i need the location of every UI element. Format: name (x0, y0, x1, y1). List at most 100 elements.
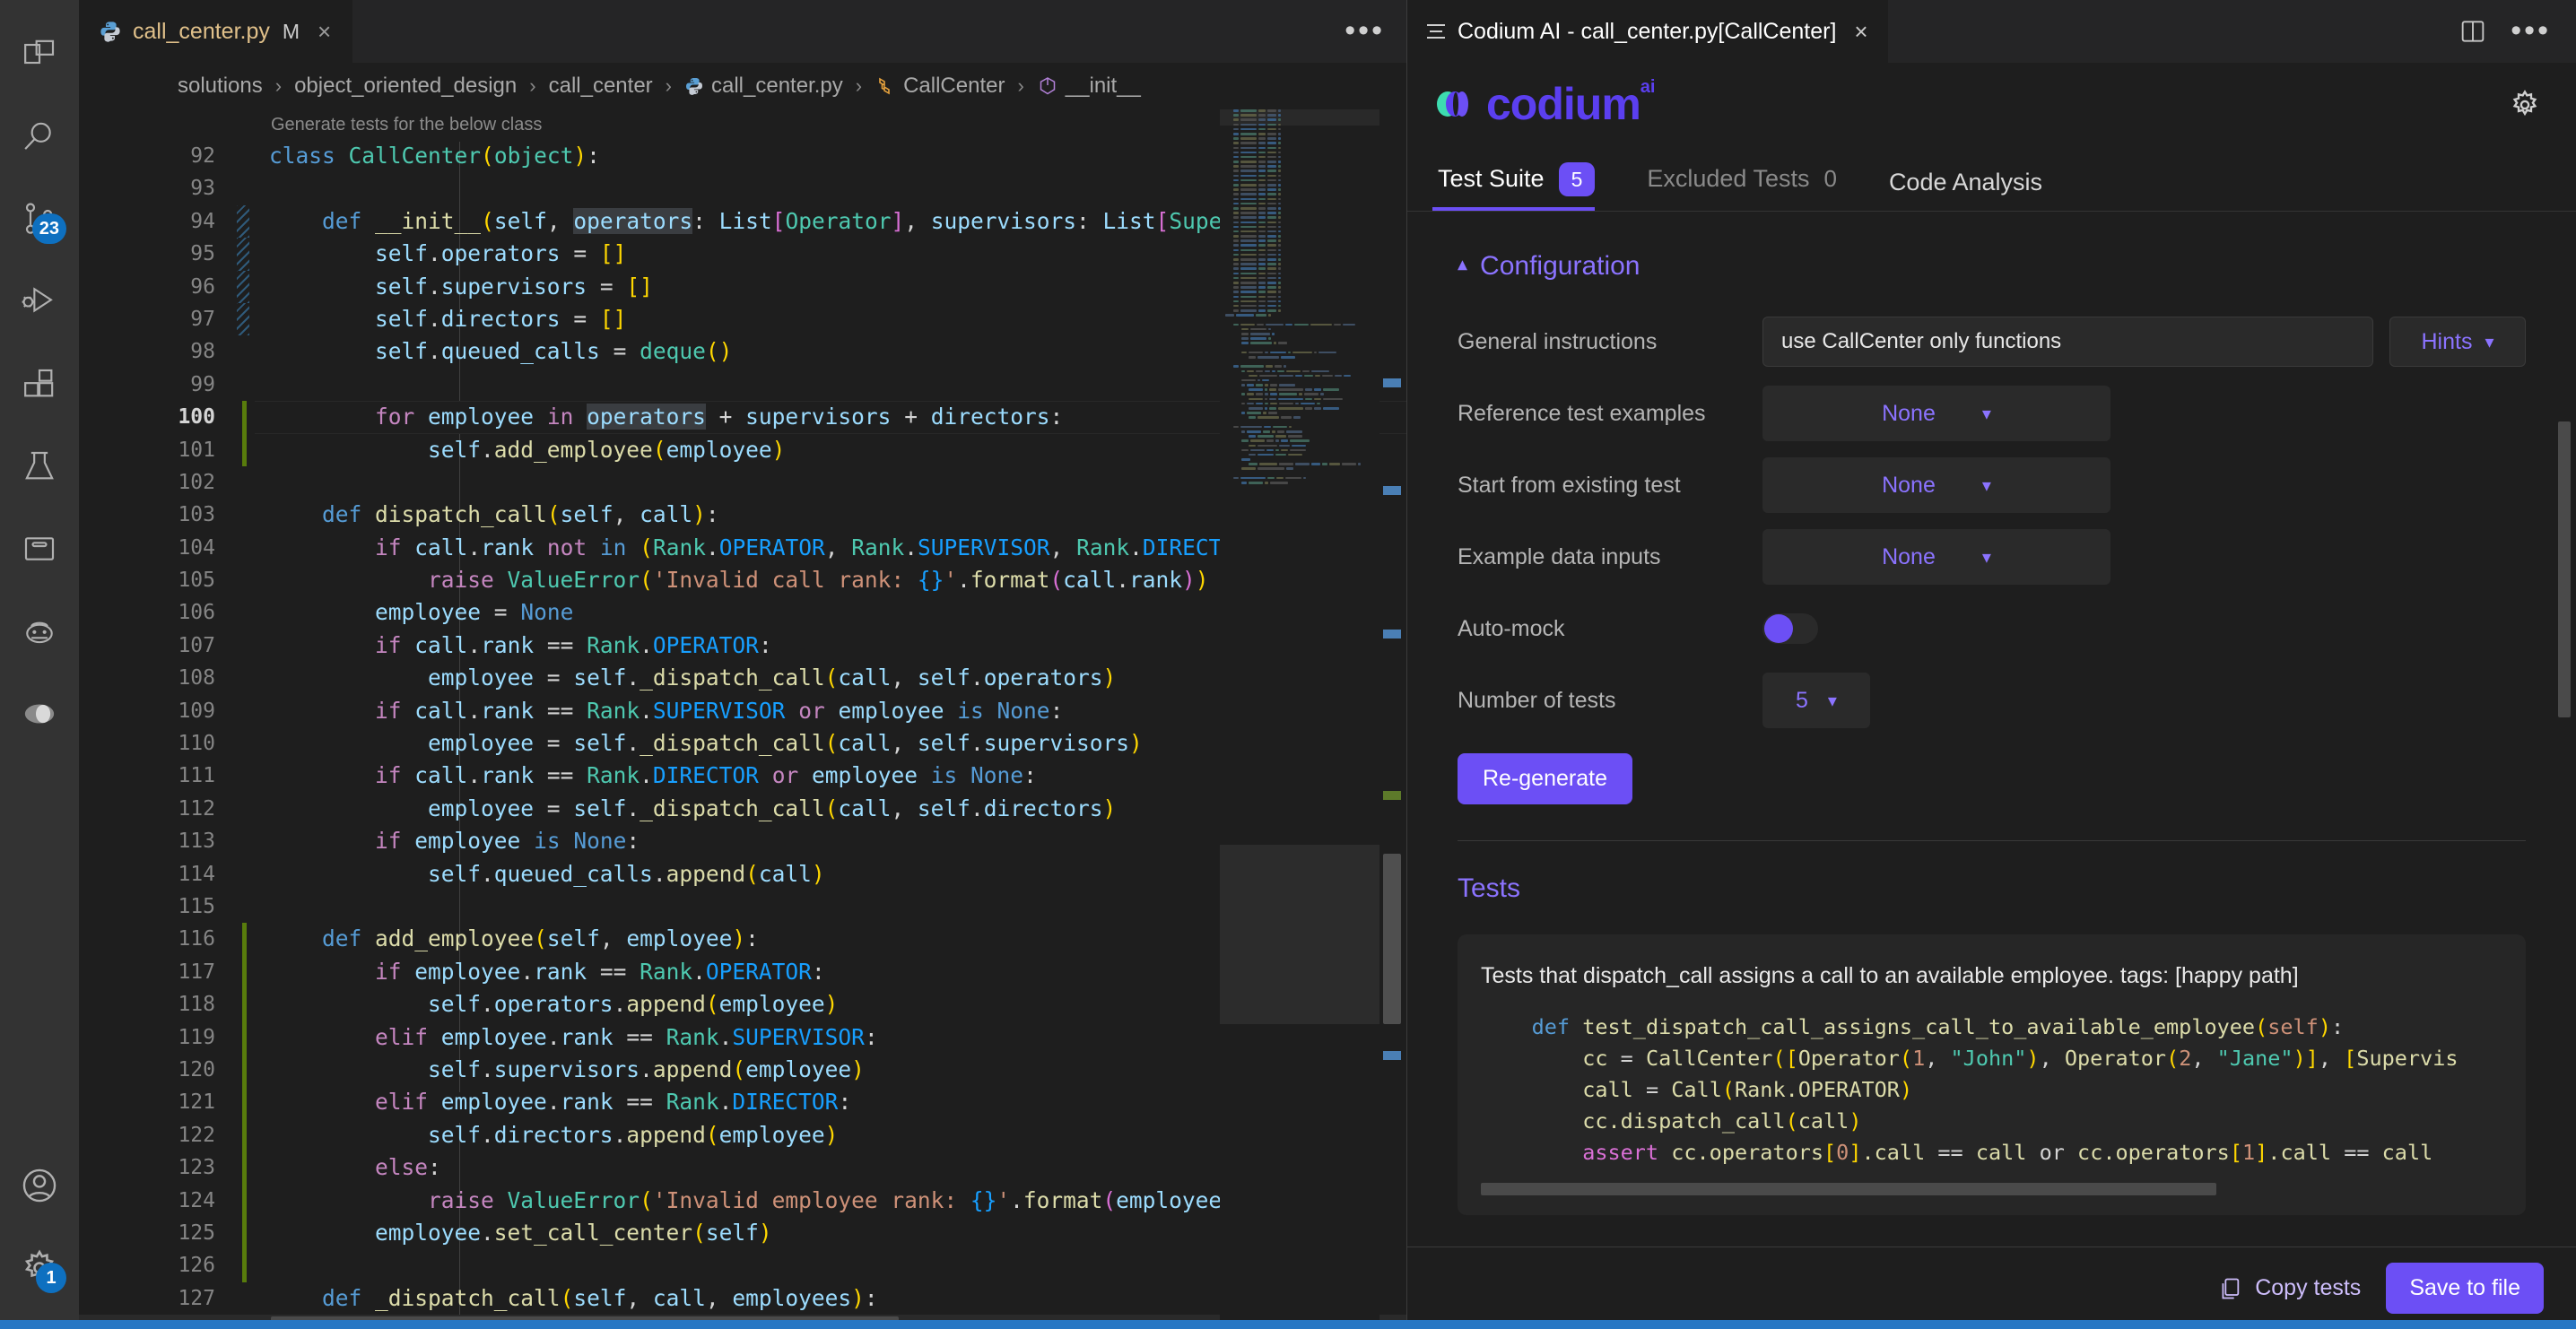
breadcrumb-label: call_center.py (711, 74, 843, 99)
editor-tab-close-icon[interactable]: × (318, 20, 331, 43)
code-line: 110 employee = self._dispatch_call(call,… (79, 727, 1406, 760)
breadcrumb: solutions › object_oriented_design › cal… (79, 63, 1406, 109)
activity-item-source-control[interactable]: 23 (0, 178, 79, 260)
scrollbar-thumb[interactable] (1383, 854, 1401, 1024)
code-line: 106 employee = None (79, 596, 1406, 629)
breadcrumb-separator-icon: › (529, 74, 535, 98)
activity-item-database[interactable] (0, 508, 79, 590)
activity-item-extensions[interactable] (0, 343, 79, 425)
test-code[interactable]: def test_dispatch_call_assigns_call_to_a… (1481, 1012, 2502, 1168)
breadcrumb-item-callcenter[interactable]: CallCenter (875, 74, 1005, 99)
codium-panel-scrollbar[interactable] (2556, 63, 2572, 1246)
breadcrumb-item-solutions[interactable]: solutions (178, 74, 263, 99)
codium-panel-footer: Copy tests Save to file (1407, 1246, 2576, 1329)
tab-test-suite[interactable]: Test Suite 5 (1438, 162, 1614, 212)
start-from-existing-test-select[interactable]: None ▾ (1762, 457, 2110, 513)
scrollbar-thumb[interactable] (2558, 421, 2571, 717)
breadcrumb-label: call_center (549, 74, 653, 99)
tab-label: Test Suite (1438, 165, 1545, 193)
codium-panel-content: codium ai Test Suite 5 E (1407, 63, 2576, 1246)
activity-item-theme-toggle[interactable] (0, 673, 79, 755)
breadcrumb-item-call-center[interactable]: call_center (549, 74, 653, 99)
python-icon (684, 76, 704, 96)
activity-bar: 23 (0, 0, 79, 1329)
account-icon (20, 1166, 59, 1205)
breadcrumb-item-object-oriented-design[interactable]: object_oriented_design (294, 74, 517, 99)
beaker-icon (22, 448, 57, 484)
copy-tests-button[interactable]: Copy tests (2217, 1275, 2361, 1301)
codium-logo-text: codium (1486, 78, 1640, 130)
codelens-generate-tests[interactable]: Generate tests for the below class (271, 115, 542, 135)
breadcrumb-label: __init__ (1066, 74, 1141, 99)
code-line: 98 self.queued_calls = deque() (79, 335, 1406, 368)
activity-item-search[interactable] (0, 95, 79, 178)
example-data-inputs-select[interactable]: None ▾ (1762, 529, 2110, 585)
re-generate-button[interactable]: Re-generate (1458, 753, 1632, 804)
codium-panel-tab-actions: ••• (2459, 0, 2576, 63)
database-icon (22, 531, 57, 567)
source-control-badge: 23 (32, 213, 66, 244)
minimap-viewport-slider[interactable] (1220, 845, 1379, 1024)
chevron-up-icon: ▾ (1458, 255, 1467, 278)
chevron-down-icon: ▾ (1982, 474, 1991, 497)
breadcrumb-item-call-center-py[interactable]: call_center.py (684, 74, 843, 99)
activity-item-run-and-debug[interactable] (0, 260, 79, 343)
close-icon[interactable]: × (1854, 18, 1867, 46)
activity-item-accounts[interactable] (0, 1144, 79, 1227)
breadcrumb-separator-icon: › (666, 74, 672, 98)
number-of-tests-select[interactable]: 5 ▾ (1762, 673, 1870, 728)
code-line: 103 def dispatch_call(self, call): (79, 499, 1406, 531)
start-from-existing-test-label: Start from existing test (1458, 473, 1762, 499)
auto-mock-toggle[interactable] (1762, 613, 1818, 644)
extensions-icon (22, 366, 57, 402)
activity-item-testing[interactable] (0, 425, 79, 508)
overview-mark (1383, 1051, 1401, 1060)
more-actions-icon[interactable]: ••• (2511, 25, 2551, 38)
editor-minimap[interactable] (1220, 109, 1379, 1329)
activity-item-explorer[interactable] (0, 13, 79, 95)
tab-excluded-tests[interactable]: Excluded Tests 0 (1647, 161, 1857, 211)
breadcrumb-label: CallCenter (903, 74, 1005, 99)
configuration-rows: General instructions use CallCenter only… (1458, 312, 2526, 730)
activity-item-codium[interactable] (0, 590, 79, 673)
code-line: 94 def __init__(self, operators: List[Op… (79, 205, 1406, 238)
method-icon (1037, 75, 1058, 97)
code-line: 112 employee = self._dispatch_call(call,… (79, 793, 1406, 825)
more-actions-icon[interactable]: ••• (1345, 25, 1385, 38)
code-line: 117 if employee.rank == Rank.OPERATOR: (79, 956, 1406, 988)
activity-item-manage[interactable]: 1 (0, 1227, 79, 1309)
tests-heading: Tests (1458, 841, 2526, 904)
copy-icon (2217, 1276, 2242, 1301)
configuration-header[interactable]: ▾ Configuration (1458, 251, 2526, 282)
settings-gear-icon[interactable] (2508, 88, 2542, 126)
row-example-data-inputs: Example data inputs None ▾ (1458, 527, 2526, 586)
reference-test-examples-select[interactable]: None ▾ (1762, 386, 2110, 441)
code-line: 105 raise ValueError('Invalid call rank:… (79, 564, 1406, 596)
test-card[interactable]: Tests that dispatch_call assigns a call … (1458, 934, 2526, 1215)
code-line: 107 if call.rank == Rank.OPERATOR: (79, 630, 1406, 662)
split-editor-icon[interactable] (2459, 17, 2487, 46)
save-to-file-button[interactable]: Save to file (2386, 1263, 2544, 1314)
code-line: 95 self.operators = [] (79, 238, 1406, 270)
overview-mark (1383, 630, 1401, 638)
overview-mark (1383, 486, 1401, 495)
contrast-icon (21, 695, 58, 733)
code-line: 127 def _dispatch_call(self, call, emplo… (79, 1282, 1406, 1315)
codium-panel-tab[interactable]: Codium AI - call_center.py[CallCenter] × (1407, 0, 1888, 63)
code-line: 111 if call.rank == Rank.DIRECTOR or emp… (79, 760, 1406, 792)
code-content[interactable]: 92class CallCenter(object): 93 94 def __… (79, 140, 1406, 1329)
hints-dropdown[interactable]: Hints ▾ (2389, 317, 2526, 367)
code-line: 121 elif employee.rank == Rank.DIRECTOR: (79, 1086, 1406, 1118)
overview-mark (1383, 378, 1401, 387)
test-code-horizontal-scrollbar[interactable] (1481, 1183, 2216, 1195)
code-line: 109 if call.rank == Rank.SUPERVISOR or e… (79, 695, 1406, 727)
tab-code-analysis[interactable]: Code Analysis (1889, 169, 2062, 211)
editor-vertical-scrollbar[interactable] (1381, 109, 1403, 1329)
chevron-down-icon: ▾ (2485, 331, 2493, 353)
general-instructions-input[interactable]: use CallCenter only functions (1762, 317, 2373, 367)
codium-panel: Codium AI - call_center.py[CallCenter] ×… (1406, 0, 2576, 1329)
chevron-down-icon: ▾ (1982, 546, 1991, 569)
breadcrumb-item-init[interactable]: __init__ (1037, 74, 1141, 99)
editor-tab-call-center-py[interactable]: call_center.py M × (79, 0, 353, 63)
code-line: 126 (79, 1249, 1406, 1281)
